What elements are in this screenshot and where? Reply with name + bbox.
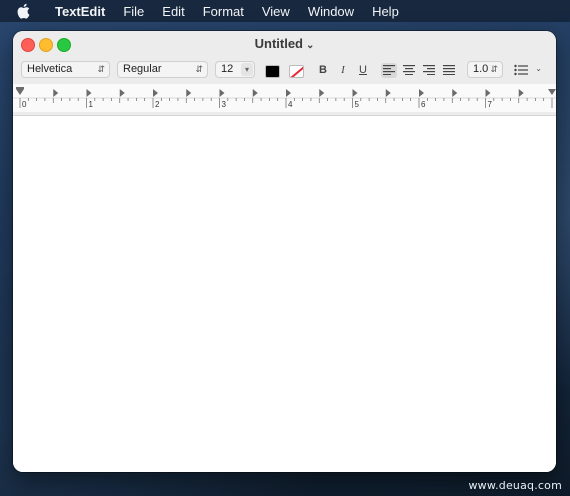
tab-stop-marker[interactable] xyxy=(53,89,59,97)
tab-stop-marker[interactable] xyxy=(419,89,424,97)
italic-button[interactable]: I xyxy=(336,64,350,76)
menu-help[interactable]: Help xyxy=(363,4,408,19)
align-left-icon xyxy=(383,65,395,75)
tab-stop-marker[interactable] xyxy=(86,89,92,97)
align-left-button[interactable] xyxy=(381,63,397,78)
ruler-number: 3 xyxy=(221,100,226,109)
tab-stop-marker[interactable] xyxy=(219,89,225,97)
menu-window[interactable]: Window xyxy=(299,4,363,19)
title-bar[interactable]: Untitled ⌄ Helvetica ⇵ Regular ⇵ 12 ▾ B I… xyxy=(13,31,556,116)
ruler-number: 0 xyxy=(22,100,27,109)
line-spacing-select[interactable]: 1.0 ⇵ xyxy=(467,61,503,78)
up-down-chevron-icon: ⇵ xyxy=(195,64,203,74)
chevron-down-icon: ⌄ xyxy=(306,40,315,51)
ruler-number: 6 xyxy=(421,100,426,109)
ruler-scale xyxy=(13,87,556,108)
align-justify-icon xyxy=(443,65,455,75)
font-family-select[interactable]: Helvetica ⇵ xyxy=(21,61,110,78)
watermark-text: www.deuaq.com xyxy=(468,479,562,492)
font-size-value: 12 xyxy=(221,63,234,75)
tab-stop-marker[interactable] xyxy=(252,89,258,97)
window-title[interactable]: Untitled ⌄ xyxy=(13,36,556,51)
font-style-select[interactable]: Regular ⇵ xyxy=(117,61,208,78)
textedit-window: Untitled ⌄ Helvetica ⇵ Regular ⇵ 12 ▾ B I… xyxy=(13,31,556,472)
ruler-number: 4 xyxy=(288,100,293,109)
menu-app-textedit[interactable]: TextEdit xyxy=(46,4,114,19)
align-right-button[interactable] xyxy=(421,63,437,78)
menu-view[interactable]: View xyxy=(253,4,299,19)
list-icon xyxy=(514,64,528,76)
align-center-icon xyxy=(403,65,415,75)
bold-button[interactable]: B xyxy=(316,64,330,76)
tab-stop-marker[interactable] xyxy=(485,89,491,97)
font-family-value: Helvetica xyxy=(27,63,73,75)
ruler[interactable]: 0 1 2 3 4 5 6 7 xyxy=(13,84,556,112)
tab-stop-marker[interactable] xyxy=(153,89,158,97)
align-justify-button[interactable] xyxy=(441,63,457,78)
tab-stop-marker[interactable] xyxy=(319,89,325,97)
background-color-well[interactable] xyxy=(289,65,304,78)
ruler-number: 1 xyxy=(88,100,93,109)
up-down-chevron-icon: ⇵ xyxy=(490,64,498,74)
menu-bar: TextEdit File Edit Format View Window He… xyxy=(0,0,570,22)
font-size-combo[interactable]: 12 ▾ xyxy=(215,61,255,78)
tab-stop-marker[interactable] xyxy=(518,89,524,97)
left-indent-marker[interactable] xyxy=(16,89,24,95)
ruler-number: 2 xyxy=(155,100,160,109)
chevron-down-icon[interactable]: ▾ xyxy=(241,63,253,76)
tab-stop-marker[interactable] xyxy=(452,89,458,97)
tab-stop-marker[interactable] xyxy=(186,89,192,97)
font-style-value: Regular xyxy=(123,63,162,75)
line-spacing-value: 1.0 xyxy=(473,63,489,75)
underline-button[interactable]: U xyxy=(356,64,370,76)
tab-stop-marker[interactable] xyxy=(385,89,391,97)
menu-file[interactable]: File xyxy=(114,4,153,19)
ruler-number: 5 xyxy=(354,100,359,109)
menu-edit[interactable]: Edit xyxy=(153,4,193,19)
tab-stop-marker[interactable] xyxy=(352,89,358,97)
up-down-chevron-icon: ⇵ xyxy=(97,64,105,74)
ruler-number: 7 xyxy=(487,100,492,109)
list-bullets-button[interactable]: ⌄ xyxy=(513,63,543,78)
format-toolbar: Helvetica ⇵ Regular ⇵ 12 ▾ B I U 1.0 ⇵ ⌄ xyxy=(13,61,556,81)
apple-icon[interactable] xyxy=(17,3,32,19)
menu-format[interactable]: Format xyxy=(194,4,253,19)
first-line-indent-marker[interactable] xyxy=(16,87,24,89)
text-color-well[interactable] xyxy=(265,65,280,78)
align-right-icon xyxy=(423,65,435,75)
chevron-down-icon: ⌄ xyxy=(535,64,542,73)
right-indent-marker[interactable] xyxy=(548,89,556,95)
tab-stop-marker[interactable] xyxy=(286,89,291,97)
document-title: Untitled xyxy=(254,36,303,51)
tab-stop-marker[interactable] xyxy=(119,89,125,97)
document-text-area[interactable] xyxy=(13,116,556,472)
align-center-button[interactable] xyxy=(401,63,417,78)
